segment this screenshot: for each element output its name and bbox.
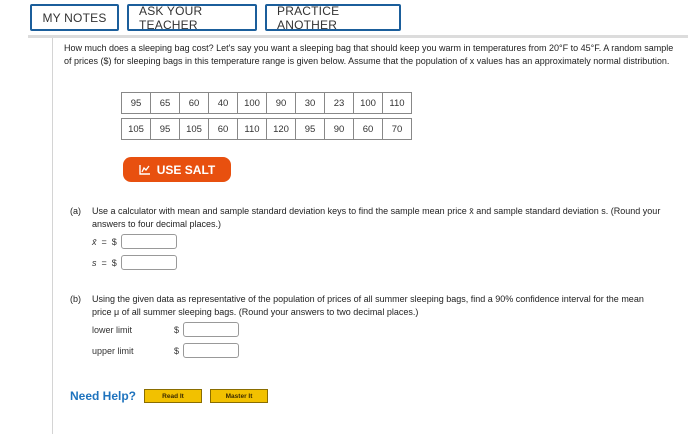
price-cell: 90: [324, 118, 354, 140]
price-cell: 23: [324, 92, 354, 114]
lower-limit-input[interactable]: [183, 322, 240, 337]
ask-your-teacher-button[interactable]: ASK YOUR TEACHER: [127, 4, 257, 32]
use-salt-button[interactable]: USE SALT: [123, 157, 231, 182]
upper-limit-dollar: $: [174, 345, 180, 356]
upper-limit-input[interactable]: [183, 343, 240, 358]
price-cell: 60: [179, 92, 209, 114]
lower-limit-label: lower limit: [92, 324, 133, 335]
price-cell: 100: [353, 92, 383, 114]
price-cell: 120: [266, 118, 296, 140]
price-cell: 40: [208, 92, 238, 114]
read-it-button[interactable]: Read It: [144, 389, 203, 403]
part-b-text: Using the given data as representative o…: [92, 294, 644, 317]
my-notes-button[interactable]: MY NOTES: [30, 4, 119, 31]
part-a-text: Use a calculator with mean and sample st…: [92, 206, 661, 229]
upper-limit-row: upper limit $: [92, 343, 240, 358]
price-cell: 60: [208, 118, 238, 140]
practice-another-button[interactable]: PRACTICE ANOTHER: [265, 4, 401, 32]
need-help: Need Help? Read It Master It: [70, 389, 269, 403]
s-dollar: $: [111, 257, 117, 268]
use-salt-label: USE SALT: [156, 162, 216, 177]
price-cell: 65: [150, 92, 180, 114]
toolbar: MY NOTES ASK YOUR TEACHER PRACTICE ANOTH…: [30, 4, 401, 32]
price-cell: 60: [353, 118, 383, 140]
price-table-row-1: 95 65 60 40 100 90 30 23 100 110: [121, 92, 412, 114]
xbar-input[interactable]: [120, 234, 177, 249]
price-cell: 105: [121, 118, 151, 140]
need-help-label: Need Help?: [70, 389, 137, 403]
price-table-row-2: 105 95 105 60 110 120 95 90 60 70: [121, 118, 412, 140]
part-a-tag: (a): [70, 206, 81, 216]
price-cell: 30: [295, 92, 325, 114]
lower-limit-dollar: $: [174, 324, 180, 335]
price-cell: 105: [179, 118, 209, 140]
part-b-tag: (b): [70, 294, 81, 304]
xbar-dollar: $: [111, 236, 117, 247]
s-row: s = $: [92, 255, 177, 270]
lower-limit-row: lower limit $: [92, 322, 240, 337]
upper-limit-label: upper limit: [92, 345, 134, 356]
s-symbol: s: [92, 257, 97, 268]
price-cell: 95: [121, 92, 151, 114]
price-cell: 95: [295, 118, 325, 140]
s-input[interactable]: [120, 255, 177, 270]
xbar-symbol: x̄: [92, 236, 97, 247]
price-cell: 110: [382, 92, 412, 114]
price-cell: 95: [150, 118, 180, 140]
master-it-button[interactable]: Master It: [210, 389, 269, 403]
xbar-row: x̄ = $: [92, 234, 177, 249]
price-cell: 70: [382, 118, 412, 140]
price-cell: 90: [266, 92, 296, 114]
xbar-equals: =: [101, 236, 107, 247]
chart-icon: [139, 165, 150, 175]
question-text: How much does a sleeping bag cost? Let's…: [64, 43, 674, 66]
s-equals: =: [101, 257, 107, 268]
price-cell: 110: [237, 118, 267, 140]
price-cell: 100: [237, 92, 267, 114]
